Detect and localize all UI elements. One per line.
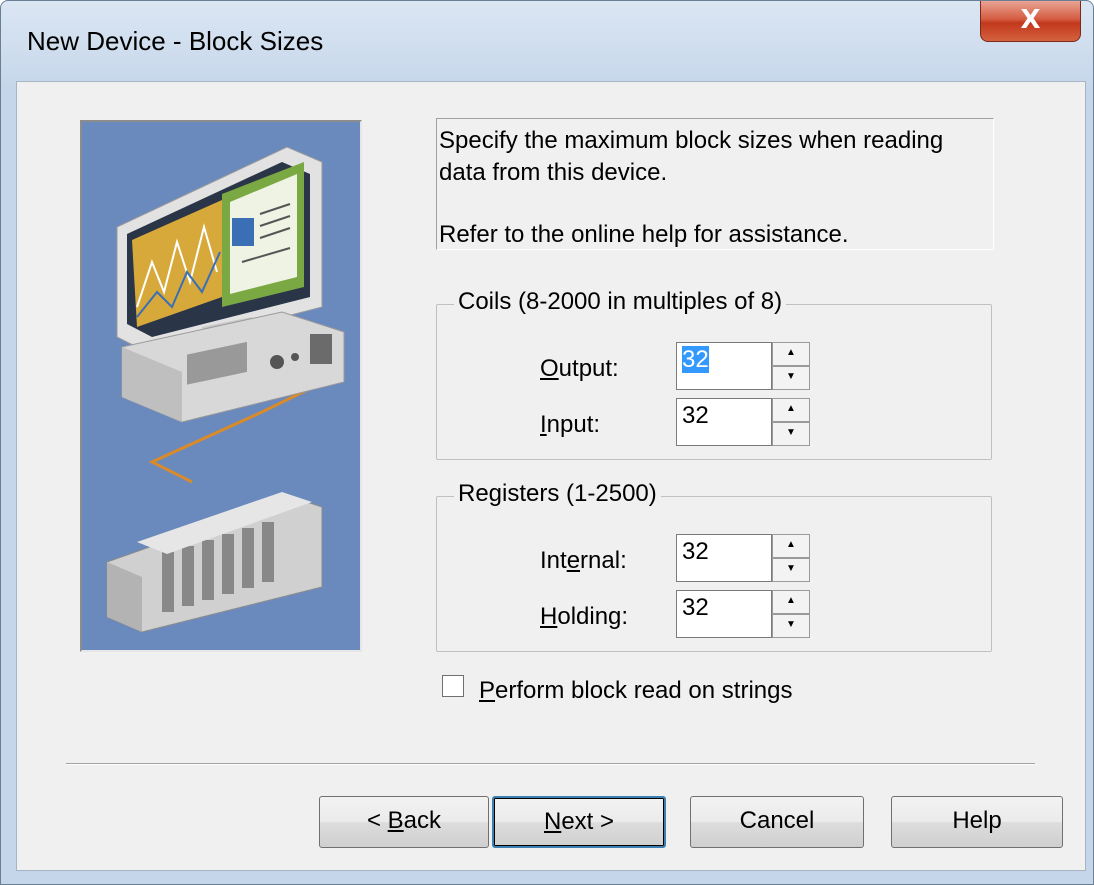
input-spin-down-icon[interactable]: ▼ xyxy=(772,422,810,446)
registers-group-title: Registers (1-2500) xyxy=(454,480,661,508)
back-button[interactable]: < Back xyxy=(319,796,489,848)
instructions-help-line: Refer to the online help for assistance. xyxy=(439,221,849,248)
device-illustration xyxy=(80,120,362,652)
output-spin-down-icon[interactable]: ▼ xyxy=(772,366,810,390)
output-spin-up-icon[interactable]: ▲ xyxy=(772,342,810,366)
holding-label: Holding: xyxy=(540,603,629,630)
input-spinner: ▲ ▼ xyxy=(772,398,810,446)
button-separator xyxy=(66,763,1035,765)
next-button[interactable]: Next > xyxy=(492,796,666,848)
internal-label: Internal: xyxy=(540,547,627,574)
close-button[interactable]: X xyxy=(980,1,1081,42)
holding-spin-up-icon[interactable]: ▲ xyxy=(772,590,810,614)
output-spinner: ▲ ▼ xyxy=(772,342,810,390)
coils-group: Coils (8-2000 in multiples of 8) Output:… xyxy=(436,288,992,460)
internal-spinner: ▲ ▼ xyxy=(772,534,810,582)
instructions-box: Specify the maximum block sizes when rea… xyxy=(436,118,994,250)
close-icon: X xyxy=(1020,5,1041,35)
window-title: New Device - Block Sizes xyxy=(27,26,324,56)
registers-group: Registers (1-2500) Internal: 32 ▲ ▼ Hold… xyxy=(436,480,992,652)
computer-plc-illustration-icon xyxy=(82,122,360,650)
instructions-line-1: Specify the maximum block sizes when rea… xyxy=(439,127,944,154)
internal-spin-up-icon[interactable]: ▲ xyxy=(772,534,810,558)
help-button[interactable]: Help xyxy=(891,796,1063,848)
title-bar[interactable]: New Device - Block Sizes X xyxy=(1,1,1093,81)
cancel-button[interactable]: Cancel xyxy=(690,796,864,848)
dialog-window: New Device - Block Sizes X Specify the m… xyxy=(0,0,1094,885)
block-read-strings-checkbox[interactable] xyxy=(442,675,464,697)
dialog-content: Specify the maximum block sizes when rea… xyxy=(16,81,1086,871)
block-read-strings-label[interactable]: Perform block read on strings xyxy=(479,677,792,705)
holding-spinner: ▲ ▼ xyxy=(772,590,810,638)
input-input[interactable]: 32 xyxy=(676,398,772,446)
input-spin-up-icon[interactable]: ▲ xyxy=(772,398,810,422)
output-label: Output: xyxy=(540,355,619,382)
holding-spin-down-icon[interactable]: ▼ xyxy=(772,614,810,638)
instructions-line-2: data from this device. xyxy=(439,159,668,186)
internal-input[interactable]: 32 xyxy=(676,534,772,582)
input-label: Input: xyxy=(540,411,601,438)
coils-group-title: Coils (8-2000 in multiples of 8) xyxy=(454,288,787,316)
output-input[interactable]: 32 xyxy=(676,342,772,390)
internal-spin-down-icon[interactable]: ▼ xyxy=(772,558,810,582)
holding-input[interactable]: 32 xyxy=(676,590,772,638)
